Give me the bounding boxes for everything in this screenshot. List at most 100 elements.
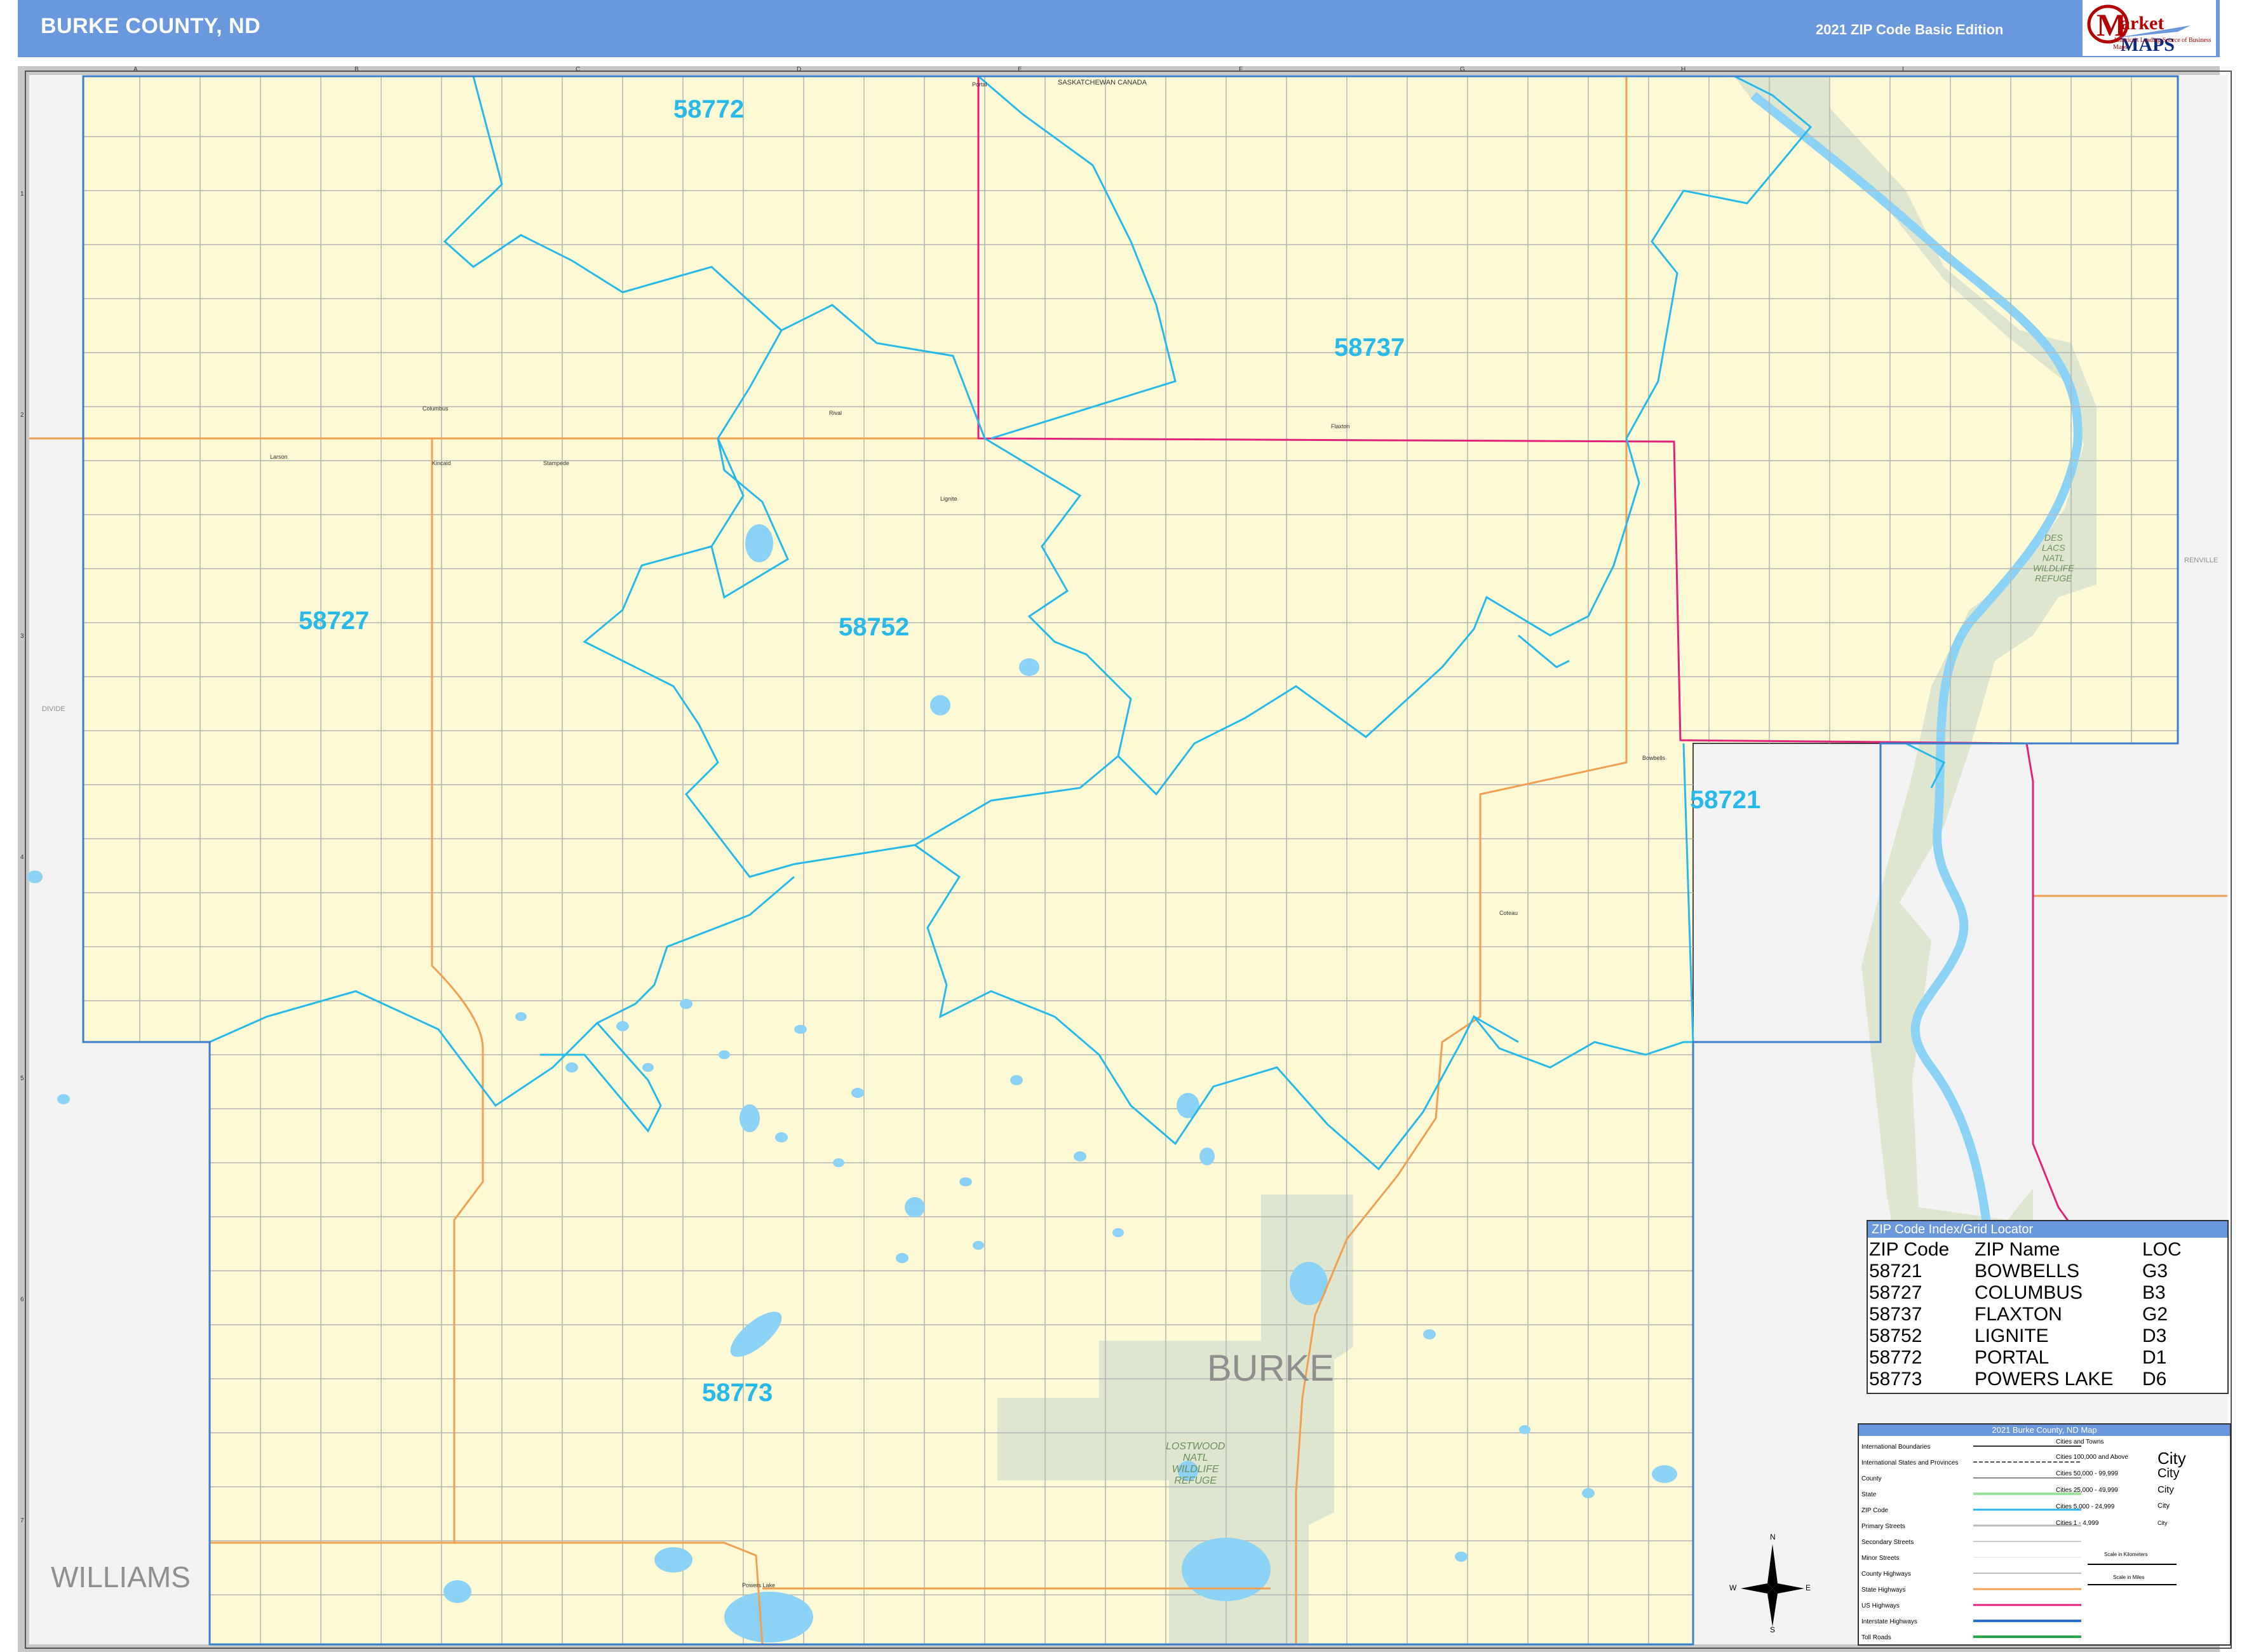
col-loc: LOC [2142,1239,2182,1260]
grid-row-7: 7 [20,1517,24,1524]
zip-code-cell: 58737 [1869,1304,1922,1325]
loc-cell: D3 [2142,1325,2167,1346]
compass-w: W [1729,1583,1737,1592]
zip-label-58727[interactable]: 58727 [299,607,369,635]
lostwood-line-2: NATL [1182,1452,1208,1463]
legend-city-class: Cities and Towns [2056,1439,2104,1446]
place-portal[interactable]: Portal [972,81,987,88]
des-lacs-line-1: DES [2044,532,2063,543]
legend-city-sample: City [2158,1466,2180,1480]
grid-row-1: 1 [20,191,24,198]
zip-code-cell: 58727 [1869,1282,1922,1303]
zip-label-58773[interactable]: 58773 [702,1379,773,1407]
legend-city-class: Cities 25,000 - 49,999 [2056,1487,2118,1494]
des-lacs-line-4: WILDLIFE [2033,563,2074,573]
zip-name-cell: PORTAL [1975,1347,2050,1368]
table-row[interactable]: 58727 COLUMBUS B3 [1868,1282,2227,1304]
place-kincaid[interactable]: Kincaid [432,460,451,466]
col-zip-code: ZIP Code [1869,1239,1950,1260]
grid-col-f: F [1239,66,1243,73]
place-stampede[interactable]: Stampede [543,460,569,466]
zip-code-cell: 58752 [1869,1325,1922,1346]
place-columbus[interactable]: Columbus [422,405,449,412]
loc-cell: G2 [2142,1304,2168,1325]
loc-cell: D1 [2142,1347,2167,1368]
legend-city-sample: City [2158,1520,2168,1526]
loc-cell: D6 [2142,1369,2167,1390]
col-zip-name: ZIP Name [1975,1239,2060,1260]
place-flaxton[interactable]: Flaxton [1331,423,1350,430]
place-bowbells[interactable]: Bowbells [1642,755,1665,761]
grid-row-2: 2 [20,412,24,419]
zip-index-header-row: ZIP Code ZIP Name LOC [1868,1239,2227,1261]
place-coteau[interactable]: Coteau [1499,910,1518,916]
zip-name-cell: COLUMBUS [1975,1282,2083,1303]
grid-col-d: D [797,66,802,73]
scale-mi-label: Scale in Miles [2113,1574,2145,1580]
grid-col-g: G [1460,66,1465,73]
legend-city-class: Cities 5,000 - 24,999 [2056,1503,2115,1510]
lostwood-refuge-label: LOSTWOOD NATL WILDLIFE REFUGE [1166,1441,1225,1487]
loc-cell: G3 [2142,1261,2168,1282]
table-row[interactable]: 58721 BOWBELLS G3 [1868,1261,2227,1282]
grid-col-c: C [576,66,581,73]
neighbor-divide: DIVIDE [42,705,65,713]
compass-icon [1741,1544,1804,1627]
zip-code-cell: 58721 [1869,1261,1922,1282]
zip-label-58752[interactable]: 58752 [839,613,909,642]
neighbor-williams: WILLIAMS [51,1561,191,1594]
table-row[interactable]: 58737 FLAXTON G2 [1868,1304,2227,1325]
legend-city-sample: City [2158,1502,2170,1510]
county-map[interactable] [0,0,2242,1652]
table-row[interactable]: 58772 PORTAL D1 [1868,1347,2227,1369]
lostwood-line-4: REFUGE [1174,1475,1217,1486]
compass-s: S [1770,1625,1776,1634]
legend-item: County [1861,1475,1882,1482]
des-lacs-refuge-label: DES LACS NATL WILDLIFE REFUGE [2033,532,2074,583]
place-lignite[interactable]: Lignite [940,496,957,502]
compass-rose: N S E W [1729,1533,1811,1634]
des-lacs-line-5: REFUGE [2035,573,2072,583]
legend-item: International States and Provinces [1861,1459,1959,1466]
neighbor-renville: RENVILLE [2184,557,2218,564]
place-rival[interactable]: Rival [829,410,842,416]
zip-code-cell: 58772 [1869,1347,1922,1368]
grid-row-5: 5 [20,1075,24,1082]
grid-col-h: H [1681,66,1686,73]
county-label: BURKE [1207,1348,1334,1389]
legend-item: Primary Streets [1861,1523,1905,1530]
legend-city-sample: City [2158,1449,2186,1468]
legend-city-class: Cities 50,000 - 99,999 [2056,1470,2118,1477]
scale-km-label: Scale in Kilometers [2104,1552,2148,1557]
grid-col-a: A [133,66,138,73]
legend-item: US Highways [1861,1602,1900,1609]
lostwood-line-3: WILDLIFE [1172,1464,1219,1475]
table-row[interactable]: 58752 LIGNITE D3 [1868,1325,2227,1347]
legend-city-class: Cities 1 - 4,999 [2056,1520,2099,1527]
zip-label-58737[interactable]: 58737 [1334,334,1405,362]
zip-label-58772[interactable]: 58772 [673,95,744,124]
compass-e: E [1806,1583,1811,1592]
zip-code-cell: 58773 [1869,1369,1922,1390]
grid-col-i: I [1902,66,1904,73]
zip-name-cell: LIGNITE [1975,1325,2049,1346]
place-larson[interactable]: Larson [270,454,288,460]
legend-item: County Highways [1861,1571,1911,1578]
grid-row-3: 3 [20,633,24,640]
legend-city-sample: City [2158,1484,2174,1495]
legend-item: ZIP Code [1861,1507,1889,1514]
grid-row-4: 4 [20,854,24,861]
lostwood-line-1: LOSTWOOD [1166,1441,1226,1452]
legend-item: Secondary Streets [1861,1539,1914,1546]
legend-item: International Boundaries [1861,1444,1931,1451]
zip-index-panel: ZIP Code Index/Grid Locator ZIP Code ZIP… [1867,1220,2229,1394]
compass-n: N [1770,1533,1776,1541]
zip-name-cell: BOWBELLS [1975,1261,2080,1282]
grid-row-6: 6 [20,1296,24,1303]
legend-item: Toll Roads [1861,1634,1891,1641]
table-row[interactable]: 58773 POWERS LAKE D6 [1868,1369,2227,1390]
zip-label-58721[interactable]: 58721 [1690,786,1760,815]
legend-panel: 2021 Burke County, ND Map International … [1858,1423,2231,1646]
grid-col-e: E [1018,66,1022,73]
place-powers-lake[interactable]: Powers Lake [742,1582,775,1588]
